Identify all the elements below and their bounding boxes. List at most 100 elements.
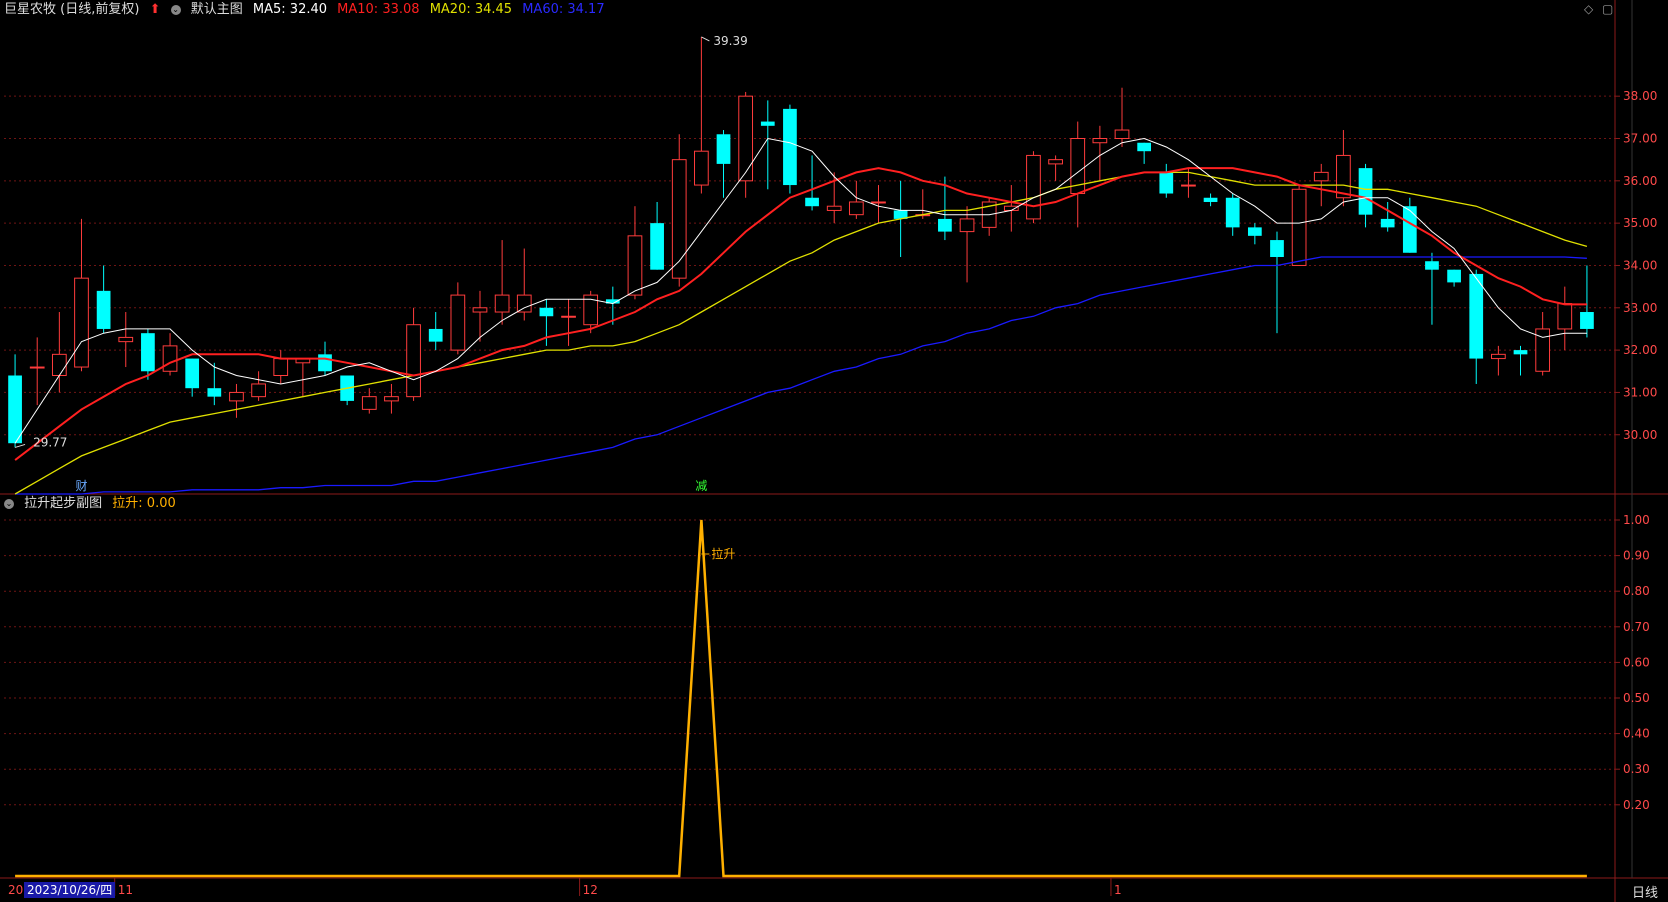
price-tick-label: 31.00 bbox=[1623, 385, 1657, 399]
candle-down bbox=[1513, 350, 1528, 355]
price-tick-label: 38.00 bbox=[1623, 89, 1657, 103]
candle-down bbox=[650, 223, 664, 270]
candle-up bbox=[1114, 129, 1130, 140]
month-label: 11 bbox=[118, 883, 133, 897]
candle-down bbox=[1425, 261, 1439, 270]
sub-tick-label: 0.50 bbox=[1623, 691, 1650, 705]
candle-up bbox=[1313, 171, 1329, 182]
candle-down bbox=[805, 197, 819, 207]
candle-down bbox=[783, 108, 797, 186]
candle-up bbox=[1092, 138, 1108, 144]
price-tick-label: 30.00 bbox=[1623, 428, 1657, 442]
candle-down bbox=[1358, 168, 1373, 215]
ma60-line bbox=[15, 256, 1587, 495]
low-pointer bbox=[14, 443, 26, 448]
candle-down bbox=[318, 354, 332, 372]
price-tick-label: 32.00 bbox=[1623, 343, 1657, 357]
ma5-label: MA5: 32.40 bbox=[252, 2, 328, 17]
chart-stage: 30.00 31.00 32.00 33.00 34.00 35.00 36.00 37.00… bbox=[0, 0, 1668, 902]
candle-up bbox=[694, 150, 709, 186]
candle-down bbox=[185, 358, 200, 389]
chart-canvas[interactable]: 30.00 31.00 32.00 33.00 34.00 35.00 36.00 37.00… bbox=[0, 0, 1668, 902]
ma60-label: MA60: 34.17 bbox=[522, 2, 605, 17]
window-icon[interactable]: ▢ bbox=[1602, 2, 1613, 16]
cursor-date: 2023/10/26/四 bbox=[24, 882, 116, 898]
sub-tick-label: 0.20 bbox=[1623, 798, 1650, 812]
candle-down bbox=[1447, 269, 1461, 283]
candle-down bbox=[1137, 142, 1152, 152]
ma20-label: MA20: 34.45 bbox=[429, 2, 513, 17]
candle-down bbox=[716, 134, 731, 164]
candle-up bbox=[627, 235, 643, 296]
candle-up bbox=[51, 353, 67, 377]
candle-up bbox=[516, 294, 532, 313]
ma20-line bbox=[14, 171, 1588, 495]
price-tick-label: 35.00 bbox=[1623, 216, 1657, 230]
main-chart-label[interactable]: 默认主图 bbox=[191, 2, 243, 17]
high-label: 39.39 bbox=[713, 34, 747, 48]
candle-up bbox=[1048, 159, 1063, 165]
candle-down bbox=[1469, 273, 1484, 359]
ma10-label: MA10: 33.08 bbox=[337, 2, 420, 17]
candle-up bbox=[229, 391, 244, 402]
low-label: 29.77 bbox=[33, 435, 67, 449]
month-label: 1 bbox=[1114, 883, 1122, 897]
sub-tick-label: 0.60 bbox=[1623, 655, 1650, 669]
candle-up bbox=[273, 358, 289, 377]
lashen-label: 拉升 bbox=[711, 546, 735, 561]
candle-down bbox=[1402, 206, 1417, 253]
sub-tick-label: 1.00 bbox=[1623, 513, 1650, 527]
candle-up bbox=[959, 218, 975, 233]
candle-up bbox=[472, 307, 488, 313]
candle-up bbox=[1026, 154, 1041, 220]
period-button[interactable]: 日线 bbox=[1632, 882, 1658, 901]
candle-down bbox=[938, 218, 952, 232]
chevron-down-icon[interactable]: ⌄ bbox=[170, 4, 181, 15]
stock-title[interactable]: 巨星农牧 (日线,前复权) bbox=[4, 2, 139, 17]
candle-up bbox=[1491, 353, 1506, 360]
candle-up bbox=[251, 383, 266, 398]
candle-up bbox=[826, 205, 842, 211]
main-chart-header: 巨星农牧 (日线,前复权) ⬆ ⌄ 默认主图 MA5: 32.40 MA10: … bbox=[4, 0, 611, 20]
candle-up bbox=[1557, 303, 1573, 330]
price-tick-label: 34.00 bbox=[1623, 258, 1657, 272]
candle-up bbox=[871, 201, 886, 204]
candle-up bbox=[118, 336, 134, 343]
candle-up bbox=[1336, 154, 1351, 199]
sub-tick-label: 0.80 bbox=[1623, 584, 1650, 598]
ma5-line bbox=[14, 137, 1587, 444]
price-tick-label: 36.00 bbox=[1623, 174, 1657, 188]
candle-down bbox=[539, 307, 554, 317]
sub-tick-label: 0.30 bbox=[1623, 762, 1650, 776]
candle-up bbox=[1291, 188, 1307, 266]
candle-up bbox=[848, 201, 864, 216]
candle-up bbox=[29, 366, 45, 369]
candle-up bbox=[1003, 205, 1019, 211]
up-arrow-icon: ⬆ bbox=[149, 2, 161, 17]
sub-tick-label: 0.70 bbox=[1623, 620, 1650, 634]
candle-down bbox=[96, 290, 111, 329]
candle-up bbox=[74, 277, 89, 368]
candle-down bbox=[1159, 172, 1174, 194]
sub-chart-value: 拉升: 0.00 bbox=[112, 496, 176, 511]
candle-down bbox=[1270, 240, 1284, 257]
event-marker-jian: 减 bbox=[695, 479, 707, 493]
candle-down bbox=[760, 121, 775, 126]
price-tick-label: 37.00 bbox=[1623, 132, 1657, 146]
diamond-icon[interactable]: ◇ bbox=[1584, 2, 1593, 16]
candle-down bbox=[1580, 312, 1594, 329]
candle-down bbox=[141, 333, 155, 372]
time-label-stub: 20 bbox=[8, 883, 23, 897]
ma10-line bbox=[14, 167, 1587, 461]
candle-up bbox=[738, 95, 754, 182]
chevron-down-icon[interactable]: ⌄ bbox=[4, 498, 14, 509]
candle-up bbox=[406, 324, 421, 398]
candle-down bbox=[1247, 227, 1262, 236]
candle-down bbox=[1225, 197, 1240, 228]
sub-chart-title[interactable]: 拉升起步副图 bbox=[24, 496, 102, 511]
candle-up bbox=[162, 345, 178, 372]
candle-down bbox=[1380, 218, 1395, 228]
candle-down bbox=[8, 375, 22, 444]
candle-down bbox=[428, 328, 443, 342]
candle-up bbox=[450, 294, 466, 351]
